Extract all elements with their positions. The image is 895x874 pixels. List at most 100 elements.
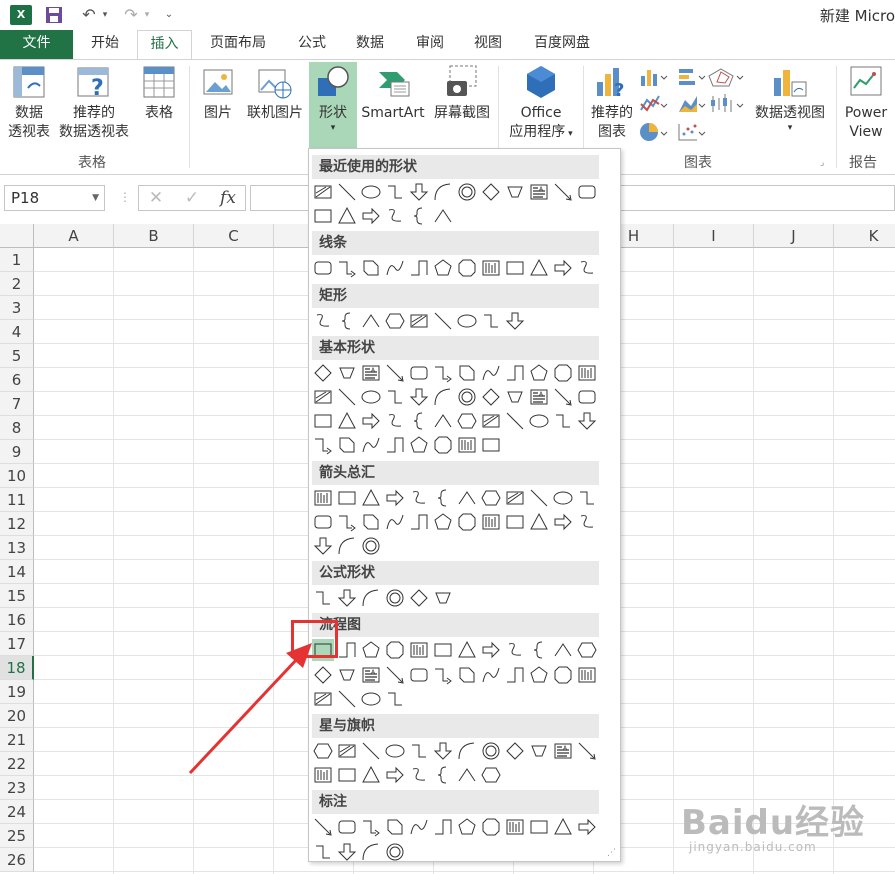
step-shape-icon[interactable] (408, 257, 430, 279)
rectangle-shape-icon[interactable] (408, 639, 430, 661)
hexagon-shape-icon[interactable] (576, 639, 598, 661)
elbow-connector-shape-icon[interactable] (312, 841, 334, 863)
row-header-13[interactable]: 13 (0, 536, 34, 560)
rounded-rect-shape-icon[interactable] (312, 511, 334, 533)
screenshot-button[interactable]: 屏幕截图 (429, 64, 495, 123)
rounded-rect-shape-icon[interactable] (336, 816, 358, 838)
right-arrow-shape-icon[interactable] (576, 816, 598, 838)
square-shape-icon[interactable] (528, 816, 550, 838)
vertical-text-shape-icon[interactable]: A (360, 362, 382, 384)
line-shape-icon[interactable] (336, 386, 358, 408)
octagon-shape-icon[interactable] (384, 639, 406, 661)
chevron-shape-icon[interactable] (432, 410, 454, 432)
freeform-shape-icon[interactable] (408, 764, 430, 786)
rectangle-shape-icon[interactable] (312, 487, 334, 509)
diamond-shape-icon[interactable] (504, 740, 526, 762)
square-shape-icon[interactable] (336, 764, 358, 786)
triangle-shape-icon[interactable] (528, 511, 550, 533)
chevron-shape-icon[interactable] (456, 764, 478, 786)
tab-home[interactable]: 开始 (79, 30, 131, 59)
freeform-shape-icon[interactable] (384, 205, 406, 227)
elbow-connector-shape-icon[interactable] (384, 181, 406, 203)
row-header-18[interactable]: 18 (0, 656, 34, 680)
arc-shape-icon[interactable] (456, 740, 478, 762)
diamond-shape-icon[interactable] (480, 181, 502, 203)
table-button[interactable]: 表格 (138, 64, 180, 123)
down-arrow-shape-icon[interactable] (408, 386, 430, 408)
freeform-shape-icon[interactable] (408, 487, 430, 509)
trapezoid-shape-icon[interactable] (528, 740, 550, 762)
text-box-shape-icon[interactable] (336, 740, 358, 762)
freeform-shape-icon[interactable] (504, 639, 526, 661)
enter-icon[interactable]: ✓ (177, 186, 207, 210)
octagon-shape-icon[interactable] (552, 664, 574, 686)
picture-button[interactable]: 图片 (196, 64, 240, 123)
tab-baidu-pan[interactable]: 百度网盘 (522, 30, 602, 59)
curve-shape-icon[interactable] (384, 257, 406, 279)
line-shape-icon[interactable] (432, 310, 454, 332)
step-shape-icon[interactable] (504, 362, 526, 384)
tab-data[interactable]: 数据 (346, 30, 394, 59)
curved-connector-shape-icon[interactable] (360, 816, 382, 838)
down-arrow-shape-icon[interactable] (408, 181, 430, 203)
hexagon-shape-icon[interactable] (480, 487, 502, 509)
oval-shape-icon[interactable] (528, 410, 550, 432)
curved-connector-shape-icon[interactable] (432, 362, 454, 384)
folded-corner-shape-icon[interactable] (384, 816, 406, 838)
tab-insert[interactable]: 插入 (137, 30, 192, 60)
online-picture-button[interactable]: 联机图片 (243, 64, 307, 123)
text-box-shape-icon[interactable] (312, 181, 334, 203)
octagon-shape-icon[interactable] (480, 816, 502, 838)
donut-shape-icon[interactable] (384, 841, 406, 863)
arrow-shape-icon[interactable] (552, 386, 574, 408)
arrow-shape-icon[interactable] (576, 740, 598, 762)
row-header-6[interactable]: 6 (0, 368, 34, 392)
brace-shape-icon[interactable] (336, 310, 358, 332)
curved-connector-shape-icon[interactable] (312, 434, 334, 456)
square-shape-icon[interactable] (336, 487, 358, 509)
column-header-b[interactable]: B (114, 224, 194, 248)
square-shape-icon[interactable] (312, 205, 334, 227)
rectangle-shape-icon[interactable] (576, 362, 598, 384)
select-all-corner[interactable] (0, 224, 34, 248)
rectangle-shape-icon[interactable] (480, 257, 502, 279)
pentagon-shape-icon[interactable] (432, 257, 454, 279)
rounded-rect-shape-icon[interactable] (576, 386, 598, 408)
row-header-11[interactable]: 11 (0, 488, 34, 512)
redo-dropdown-icon[interactable]: ▾ (142, 4, 152, 26)
rounded-rect-shape-icon[interactable] (312, 257, 334, 279)
cancel-icon[interactable]: ✕ (141, 186, 171, 210)
name-box[interactable]: P18 ▼ (4, 185, 105, 211)
curve-shape-icon[interactable] (480, 362, 502, 384)
column-header-c[interactable]: C (194, 224, 274, 248)
curve-shape-icon[interactable] (480, 664, 502, 686)
row-header-19[interactable]: 19 (0, 680, 34, 704)
row-header-3[interactable]: 3 (0, 296, 34, 320)
pivot-chart-button[interactable]: 数据透视图 ▾ (748, 64, 832, 133)
arrow-shape-icon[interactable] (384, 362, 406, 384)
row-header-20[interactable]: 20 (0, 704, 34, 728)
octagon-shape-icon[interactable] (552, 362, 574, 384)
row-header-24[interactable]: 24 (0, 800, 34, 824)
donut-shape-icon[interactable] (456, 181, 478, 203)
arrow-shape-icon[interactable] (384, 664, 406, 686)
rounded-rect-shape-icon[interactable] (408, 362, 430, 384)
text-box-shape-icon[interactable] (480, 410, 502, 432)
down-arrow-shape-icon[interactable] (312, 535, 334, 557)
rectangle-shape-icon[interactable] (480, 511, 502, 533)
triangle-shape-icon[interactable] (528, 257, 550, 279)
elbow-connector-shape-icon[interactable] (408, 740, 430, 762)
down-arrow-shape-icon[interactable] (576, 410, 598, 432)
row-header-21[interactable]: 21 (0, 728, 34, 752)
hexagon-shape-icon[interactable] (312, 740, 334, 762)
right-arrow-shape-icon[interactable] (384, 487, 406, 509)
square-shape-icon[interactable] (504, 257, 526, 279)
right-arrow-shape-icon[interactable] (552, 257, 574, 279)
arc-shape-icon[interactable] (432, 181, 454, 203)
vertical-text-shape-icon[interactable]: A (528, 386, 550, 408)
text-box-shape-icon[interactable] (312, 688, 334, 710)
square-shape-icon[interactable] (432, 639, 454, 661)
arc-shape-icon[interactable] (360, 587, 382, 609)
oval-shape-icon[interactable] (360, 386, 382, 408)
triangle-shape-icon[interactable] (336, 205, 358, 227)
